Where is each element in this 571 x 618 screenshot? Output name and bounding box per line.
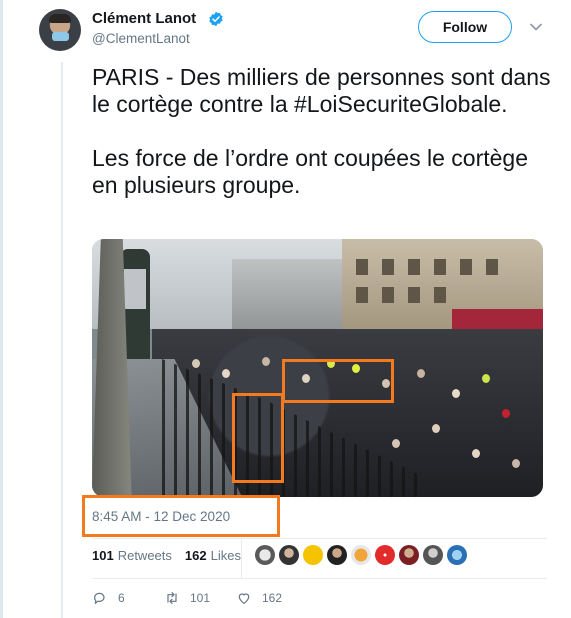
author-name[interactable]: Clément Lanot (92, 10, 196, 27)
thread-line (61, 62, 63, 618)
likes-label[interactable]: Likes (211, 548, 241, 563)
liker-avatar[interactable] (423, 545, 443, 565)
divider-bottom (92, 578, 547, 579)
left-border (0, 0, 3, 618)
liker-avatar[interactable] (279, 545, 299, 565)
like-action[interactable]: 162 (236, 590, 282, 606)
verified-badge-icon (209, 11, 223, 27)
heart-icon[interactable] (236, 590, 252, 606)
liker-avatar[interactable] (447, 545, 467, 565)
reply-action[interactable]: 6 (92, 590, 125, 606)
likers-avatars (255, 545, 467, 565)
author-handle[interactable]: @ClementLanot (92, 31, 190, 46)
reply-icon[interactable] (92, 590, 108, 606)
retweet-action[interactable]: 101 (164, 590, 210, 606)
highlight-box-police (282, 359, 394, 403)
reply-count: 6 (118, 591, 125, 605)
likes-count[interactable]: 162 (185, 548, 207, 563)
liker-avatar[interactable] (327, 545, 347, 565)
retweets-label[interactable]: Retweets (118, 548, 172, 563)
retweets-count[interactable]: 101 (92, 548, 114, 563)
liker-avatar[interactable] (351, 545, 371, 565)
tweet-actions: 6 101 162 (92, 590, 292, 610)
tweet-timestamp[interactable]: 8:45 AM - 12 Dec 2020 (92, 509, 230, 524)
liker-avatar[interactable] (303, 545, 323, 565)
retweet-icon[interactable] (164, 590, 180, 606)
follow-button[interactable]: Follow (418, 11, 512, 43)
liker-avatar[interactable] (399, 545, 419, 565)
like-count: 162 (262, 591, 283, 605)
liker-avatar[interactable] (375, 545, 395, 565)
liker-avatar[interactable] (255, 545, 275, 565)
chevron-down-icon[interactable] (530, 22, 542, 32)
stats-separator (241, 538, 242, 578)
engagement-stats: 101 Retweets 162 Likes (92, 548, 241, 563)
avatar[interactable] (39, 9, 81, 51)
divider-top (92, 538, 547, 539)
tweet-photo[interactable] (92, 239, 543, 497)
retweet-count: 101 (190, 591, 211, 605)
tweet-text: PARIS - Des milliers de personnes sont d… (92, 64, 551, 198)
highlight-box-railing (232, 393, 284, 483)
